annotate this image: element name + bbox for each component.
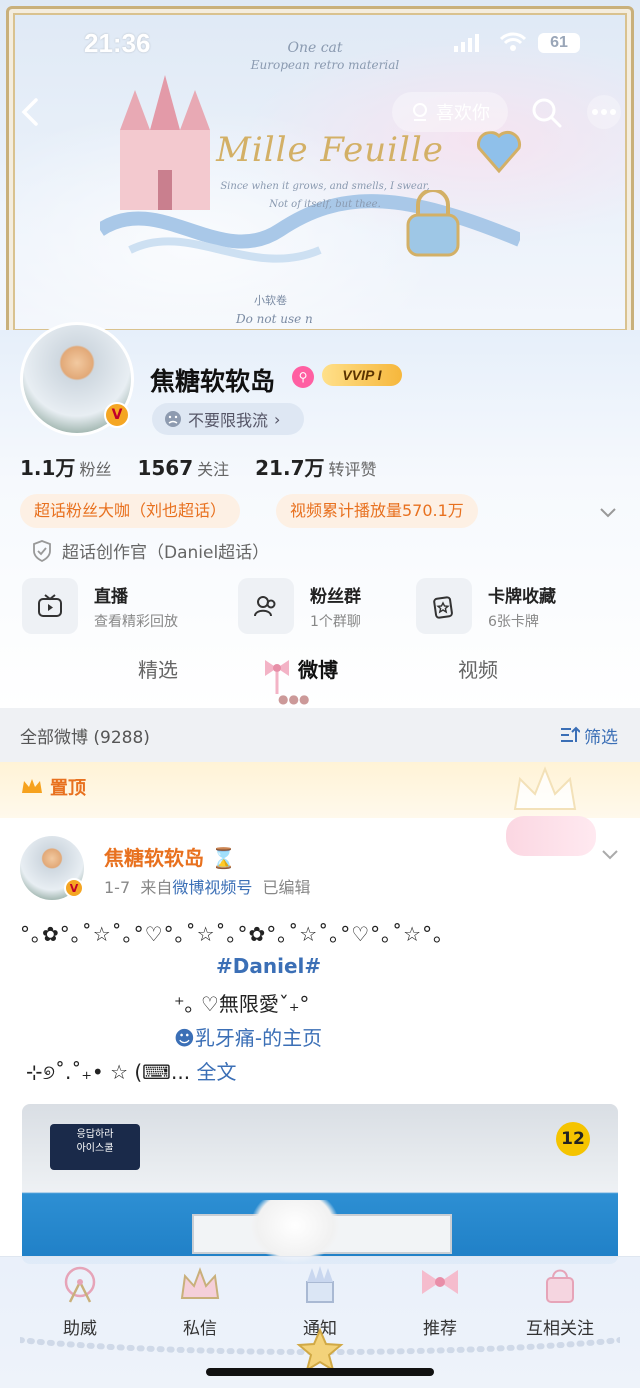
- stat-following[interactable]: 1567 关注: [137, 456, 229, 480]
- like-button[interactable]: 喜欢你: [392, 92, 508, 132]
- video-person: [250, 1200, 340, 1264]
- ferris-wheel-icon: [64, 1266, 96, 1303]
- tab-active-decoration: ●●●: [278, 692, 310, 706]
- creator-badge[interactable]: 超话创作官（Daniel超话）: [32, 538, 269, 563]
- chevron-down-icon[interactable]: [596, 500, 620, 524]
- gift-bag-icon: [546, 1269, 574, 1303]
- home-indicator[interactable]: [206, 1368, 434, 1376]
- banner-small-text: 小软卷: [254, 294, 287, 307]
- status-time: 21:36: [84, 28, 151, 58]
- status-text: 不要限我流: [188, 411, 269, 430]
- nav-mutual-follow[interactable]: 互相关注: [510, 1264, 610, 1339]
- heart-hand-icon: [413, 103, 427, 121]
- like-label: 喜欢你: [436, 103, 490, 124]
- achievement-tag[interactable]: 超话粉丝大咖（刘也超话）: [20, 494, 241, 528]
- card-decoration: [506, 816, 596, 856]
- bow-icon: [422, 1270, 458, 1294]
- signal-icon: [454, 34, 479, 52]
- search-icon[interactable]: [528, 94, 564, 130]
- video-show-logo: 응답하라 아이스쿨: [50, 1124, 140, 1170]
- shield-icon: [33, 539, 51, 562]
- crown-icon: [180, 1267, 220, 1299]
- pinned-label: 置顶: [20, 774, 86, 800]
- person-icon: ☻: [174, 1026, 195, 1050]
- more-icon[interactable]: [584, 94, 624, 130]
- filter-icon: [561, 726, 580, 742]
- status-pill[interactable]: 不要限我流 ›: [152, 403, 304, 435]
- banner-watermark: Do not use n: [236, 312, 313, 326]
- banner-subtitle-3: Since when it grows, and smells, I swear…: [220, 181, 430, 210]
- filter-button[interactable]: 筛选: [560, 723, 618, 748]
- stat-interactions[interactable]: 21.7万 转评赞: [255, 452, 376, 481]
- heart-illustration: [476, 130, 522, 174]
- crown-decoration-icon: [513, 766, 577, 810]
- age-rating-badge: 12: [556, 1122, 590, 1156]
- star-icon: [296, 1328, 344, 1372]
- feature-fan-group[interactable]: 粉丝群 1个群聊: [238, 578, 361, 634]
- battery-icon: 61: [538, 33, 580, 53]
- banner-subtitle-1: One cat: [287, 40, 343, 56]
- filter-bar: 全部微博 (9288) 筛选: [0, 708, 640, 762]
- chevron-right-icon: ›: [274, 409, 281, 429]
- post-mention[interactable]: ☻乳牙痛-的主页: [174, 1022, 322, 1051]
- achievement-tag[interactable]: 视频累计播放量570.1万: [276, 494, 478, 528]
- chevron-down-icon[interactable]: [598, 842, 622, 866]
- verified-badge-icon: V: [64, 878, 84, 898]
- nav-cheer[interactable]: 助威: [30, 1264, 130, 1339]
- profile-tabs: 精选 微博 ●●● 视频: [0, 654, 640, 706]
- tab-video[interactable]: 视频: [458, 654, 498, 683]
- group-icon: [238, 578, 294, 634]
- banner-subtitle-2: European retro material: [250, 58, 400, 72]
- all-posts-count: 全部微博 (9288): [20, 727, 150, 748]
- feature-live[interactable]: 直播 查看精彩回放: [22, 578, 178, 634]
- post-author[interactable]: 焦糖软软岛 ⌛: [104, 842, 236, 871]
- post-text-line: ⁺｡ ♡無限愛ˇ₊°: [174, 992, 310, 1016]
- crown-icon: [22, 779, 42, 793]
- sad-face-icon: [165, 411, 181, 427]
- banner-title: Mille Feuille: [216, 130, 444, 170]
- stat-followers[interactable]: 1.1万 粉丝: [20, 452, 111, 481]
- post-video[interactable]: 응답하라 아이스쿨 12: [22, 1104, 618, 1264]
- super-topic-badge-icon[interactable]: ⚲: [292, 366, 314, 388]
- expand-full-text[interactable]: 全文: [196, 1060, 236, 1084]
- card-icon: [416, 578, 472, 634]
- vip-badge[interactable]: VVIP I: [322, 364, 402, 386]
- stats-row: 1.1万 粉丝 1567 关注 21.7万 转评赞: [20, 452, 377, 481]
- post-source-link[interactable]: 微博视频号: [172, 878, 252, 897]
- post-text-line: °｡✿°｡˚☆˚｡°♡°｡˚☆˚｡°✿°｡˚☆˚｡°♡°｡˚☆°｡: [20, 922, 445, 946]
- tab-featured[interactable]: 精选: [138, 654, 178, 683]
- feature-card-collection[interactable]: 卡牌收藏 6张卡牌: [416, 578, 556, 634]
- back-icon[interactable]: [14, 94, 50, 130]
- nav-recommend[interactable]: 推荐: [390, 1264, 490, 1339]
- castle-icon: [306, 1266, 334, 1303]
- post-hashtag[interactable]: #Daniel#: [216, 954, 321, 978]
- verified-badge-icon: V: [104, 402, 130, 428]
- post-meta: 1-7 来自微博视频号 已编辑: [104, 878, 311, 897]
- tv-icon: [22, 578, 78, 634]
- creator-text: 超话创作官（Daniel超话）: [62, 543, 270, 563]
- tab-weibo[interactable]: 微博: [298, 654, 338, 683]
- wifi-icon: [500, 32, 526, 51]
- nav-messages[interactable]: 私信: [150, 1264, 250, 1339]
- post-text-line: ⊹୭˚.˚₊• ☆ (⌨... 全文: [26, 1060, 237, 1084]
- username: 焦糖软软岛: [150, 367, 276, 396]
